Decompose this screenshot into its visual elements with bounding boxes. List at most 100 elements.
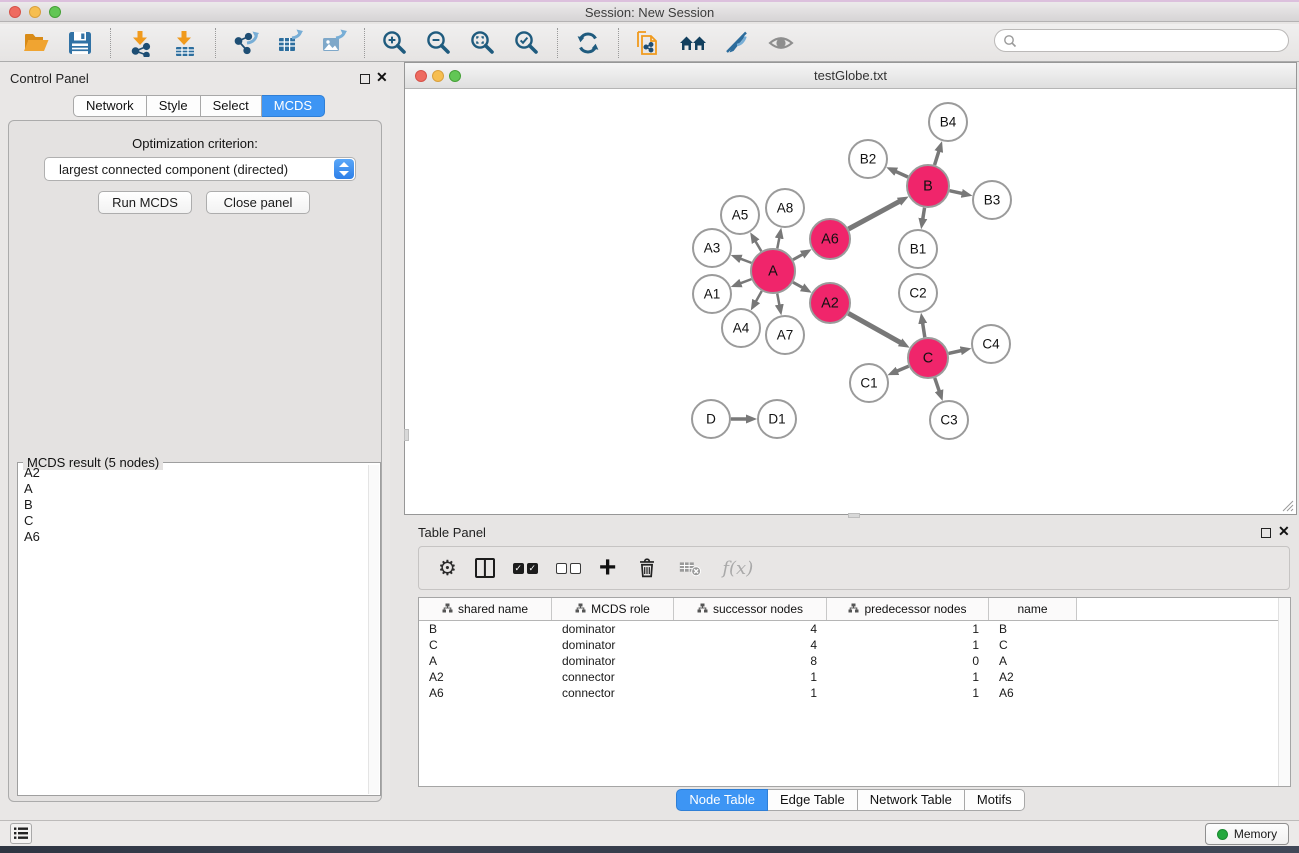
graph-node-C4[interactable]: C4 xyxy=(972,325,1010,363)
graph-edge-B-B3[interactable] xyxy=(949,191,962,194)
graph-node-A2[interactable]: A2 xyxy=(810,283,850,323)
mcds-result-item[interactable]: A2 xyxy=(19,465,367,481)
network-canvas[interactable]: B4 B2 B B3 A5A8A6 A3 B1 A A1 C2 A2 A4A7 C4 C C1 D D1 C3 xyxy=(406,90,1295,514)
home-icon[interactable] xyxy=(677,28,709,58)
graph-node-C2[interactable]: C2 xyxy=(899,274,937,312)
zoom-out-icon[interactable] xyxy=(423,28,455,58)
deselect-all-icon[interactable] xyxy=(556,553,581,583)
function-builder-icon[interactable]: f(x) xyxy=(722,553,753,583)
table-scrollbar[interactable] xyxy=(1278,598,1290,786)
close-panel-icon[interactable]: ✕ xyxy=(376,68,388,86)
open-file-icon[interactable] xyxy=(20,28,52,58)
graph-node-A5[interactable]: A5 xyxy=(721,196,759,234)
graph-node-A4[interactable]: A4 xyxy=(722,309,760,347)
tab-select[interactable]: Select xyxy=(201,95,262,117)
graph-node-A1[interactable]: A1 xyxy=(693,275,731,313)
graph-node-A3[interactable]: A3 xyxy=(693,229,731,267)
export-network-icon[interactable] xyxy=(230,28,262,58)
table-close-panel-icon[interactable]: ✕ xyxy=(1278,522,1290,540)
graph-node-D[interactable]: D xyxy=(692,400,730,438)
column-header-predecessor-nodes[interactable]: predecessor nodes xyxy=(827,598,989,620)
tab-mcds[interactable]: MCDS xyxy=(262,95,325,117)
graph-node-C[interactable]: C xyxy=(908,338,948,378)
show-graphics-icon[interactable] xyxy=(765,28,797,58)
select-all-icon[interactable]: ✓✓ xyxy=(513,553,538,583)
run-mcds-button[interactable]: Run MCDS xyxy=(98,191,192,214)
graph-edge-A-A1[interactable] xyxy=(740,279,751,283)
table-row[interactable]: Cdominator41C xyxy=(419,637,1290,653)
graph-node-C1[interactable]: C1 xyxy=(850,364,888,402)
graph-edge-A6-B[interactable] xyxy=(848,201,899,229)
graph-node-B3[interactable]: B3 xyxy=(973,181,1011,219)
network-window-titlebar[interactable]: testGlobe.txt xyxy=(405,63,1296,89)
graph-edge-A-A6[interactable] xyxy=(793,254,803,260)
search-input[interactable] xyxy=(1017,31,1288,50)
graph-node-B1[interactable]: B1 xyxy=(899,230,937,268)
import-network-icon[interactable] xyxy=(125,28,157,58)
column-header-name[interactable]: name xyxy=(989,598,1077,620)
graph-edge-B-B2[interactable] xyxy=(895,171,908,177)
graph-edge-B-B1[interactable] xyxy=(923,208,925,220)
graph-edge-A-A8[interactable] xyxy=(777,237,779,248)
graph-node-B[interactable]: B xyxy=(907,165,949,207)
zoom-fit-icon[interactable] xyxy=(467,28,499,58)
table-tab-network-table[interactable]: Network Table xyxy=(858,789,965,811)
mcds-result-list[interactable]: A2ABCA6 xyxy=(19,465,367,794)
graph-node-A6[interactable]: A6 xyxy=(810,219,850,259)
graph-node-B4[interactable]: B4 xyxy=(929,103,967,141)
clone-network-icon[interactable] xyxy=(633,28,665,58)
node-table[interactable]: shared nameMCDS rolesuccessor nodesprede… xyxy=(418,597,1291,787)
table-row[interactable]: Adominator80A xyxy=(419,653,1290,669)
zoom-in-icon[interactable] xyxy=(379,28,411,58)
memory-button[interactable]: Memory xyxy=(1205,823,1289,845)
column-header-successor-nodes[interactable]: successor nodes xyxy=(674,598,827,620)
table-row[interactable]: A2connector11A2 xyxy=(419,669,1290,685)
table-tab-motifs[interactable]: Motifs xyxy=(965,789,1025,811)
table-float-window-icon[interactable] xyxy=(1261,528,1271,538)
import-table-icon[interactable] xyxy=(169,28,201,58)
export-image-icon[interactable] xyxy=(318,28,350,58)
graph-node-B2[interactable]: B2 xyxy=(849,140,887,178)
zoom-selected-icon[interactable] xyxy=(511,28,543,58)
mcds-result-item[interactable]: B xyxy=(19,497,367,513)
graph-node-A8[interactable]: A8 xyxy=(766,189,804,227)
graph-node-A[interactable]: A xyxy=(751,249,795,293)
close-panel-button[interactable]: Close panel xyxy=(206,191,310,214)
column-header-MCDS-role[interactable]: MCDS role xyxy=(552,598,674,620)
split-panel-icon[interactable] xyxy=(475,553,495,583)
graph-edge-C-C3[interactable] xyxy=(935,378,940,392)
graph-edge-A-A5[interactable] xyxy=(755,241,761,251)
graph-node-C3[interactable]: C3 xyxy=(930,401,968,439)
mcds-result-item[interactable]: A6 xyxy=(19,529,367,545)
table-row[interactable]: Bdominator41B xyxy=(419,621,1290,637)
table-tab-node-table[interactable]: Node Table xyxy=(676,789,768,811)
export-table-icon[interactable] xyxy=(274,28,306,58)
graph-edge-C-C1[interactable] xyxy=(897,366,909,371)
graph-edge-A-A7[interactable] xyxy=(777,294,779,306)
graph-edge-B-B4[interactable] xyxy=(935,151,939,165)
mcds-result-item[interactable]: C xyxy=(19,513,367,529)
refresh-icon[interactable] xyxy=(572,28,604,58)
graph-edge-C-C2[interactable] xyxy=(923,323,925,338)
delete-table-icon[interactable] xyxy=(678,553,704,583)
float-window-icon[interactable] xyxy=(360,74,370,84)
tab-network[interactable]: Network xyxy=(73,95,147,117)
graph-node-D1[interactable]: D1 xyxy=(758,400,796,438)
graph-node-A7[interactable]: A7 xyxy=(766,316,804,354)
graph-edge-C-C4[interactable] xyxy=(948,351,961,354)
mcds-result-scrollbar[interactable] xyxy=(368,465,379,794)
window-resize-grip-icon[interactable] xyxy=(1282,500,1294,512)
hide-annotations-icon[interactable] xyxy=(721,28,753,58)
graph-edge-A-A3[interactable] xyxy=(740,259,751,263)
table-tab-edge-table[interactable]: Edge Table xyxy=(768,789,858,811)
column-header-shared-name[interactable]: shared name xyxy=(419,598,552,620)
table-row[interactable]: A6connector11A6 xyxy=(419,685,1290,701)
table-settings-icon[interactable]: ⚙ xyxy=(438,553,457,583)
save-session-icon[interactable] xyxy=(64,28,96,58)
graph-edge-A-A4[interactable] xyxy=(756,291,762,302)
search-field[interactable] xyxy=(994,29,1289,52)
graph-edge-A2-C[interactable] xyxy=(848,313,901,343)
criterion-dropdown[interactable]: largest connected component (directed) xyxy=(44,157,356,181)
network-left-resize-handle[interactable] xyxy=(404,429,409,441)
task-history-button[interactable] xyxy=(10,823,32,844)
